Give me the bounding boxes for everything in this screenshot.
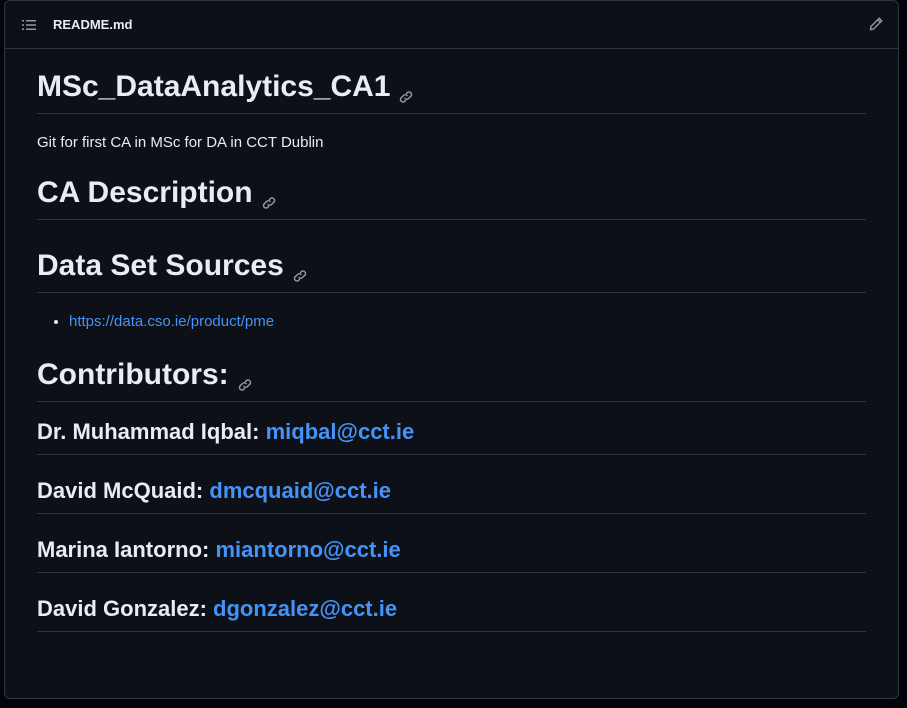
link-icon[interactable] (292, 257, 308, 282)
list-unordered-icon[interactable] (21, 17, 37, 33)
heading-ca-description: CA Description (37, 175, 866, 220)
heading-data-sources-text: Data Set Sources (37, 249, 284, 282)
data-source-link[interactable]: https://data.cso.ie/product/pme (69, 313, 274, 330)
data-sources-list: https://data.cso.ie/product/pme (37, 311, 866, 333)
contributor-email-link[interactable]: miqbal@cct.ie (266, 419, 415, 444)
contributor-email-link[interactable]: dgonzalez@cct.ie (213, 596, 397, 621)
contributor-email-link[interactable]: dmcquaid@cct.ie (209, 478, 391, 503)
readme-title-text: MSc_DataAnalytics_CA1 (37, 70, 391, 103)
contributor-row: David Gonzalez: dgonzalez@cct.ie (37, 583, 866, 632)
heading-ca-description-text: CA Description (37, 176, 253, 209)
contributor-email-link[interactable]: miantorno@cct.ie (215, 537, 400, 562)
link-icon[interactable] (398, 78, 414, 103)
contributor-row: Marina Iantorno: miantorno@cct.ie (37, 524, 866, 573)
readme-container: README.md MSc_DataAnalytics_CA1 Git for … (4, 0, 899, 699)
contributor-name: Marina Iantorno: (37, 537, 210, 562)
contributor-row: Dr. Muhammad Iqbal: miqbal@cct.ie (37, 406, 866, 455)
readme-title: MSc_DataAnalytics_CA1 (37, 69, 866, 114)
contributor-name: David Gonzalez: (37, 596, 207, 621)
readme-content: MSc_DataAnalytics_CA1 Git for first CA i… (5, 49, 898, 632)
contributor-name: David McQuaid: (37, 478, 204, 503)
list-item: https://data.cso.ie/product/pme (69, 311, 866, 333)
contributor-name: Dr. Muhammad Iqbal: (37, 419, 260, 444)
contributor-row: David McQuaid: dmcquaid@cct.ie (37, 465, 866, 514)
link-icon[interactable] (237, 366, 253, 391)
heading-data-sources: Data Set Sources (37, 248, 866, 293)
heading-contributors-text: Contributors: (37, 358, 229, 391)
readme-header: README.md (5, 1, 898, 49)
readme-description: Git for first CA in MSc for DA in CCT Du… (37, 134, 324, 151)
link-icon[interactable] (261, 184, 277, 209)
heading-contributors: Contributors: (37, 357, 866, 402)
pencil-icon[interactable] (868, 16, 884, 32)
readme-file-name: README.md (53, 17, 133, 32)
